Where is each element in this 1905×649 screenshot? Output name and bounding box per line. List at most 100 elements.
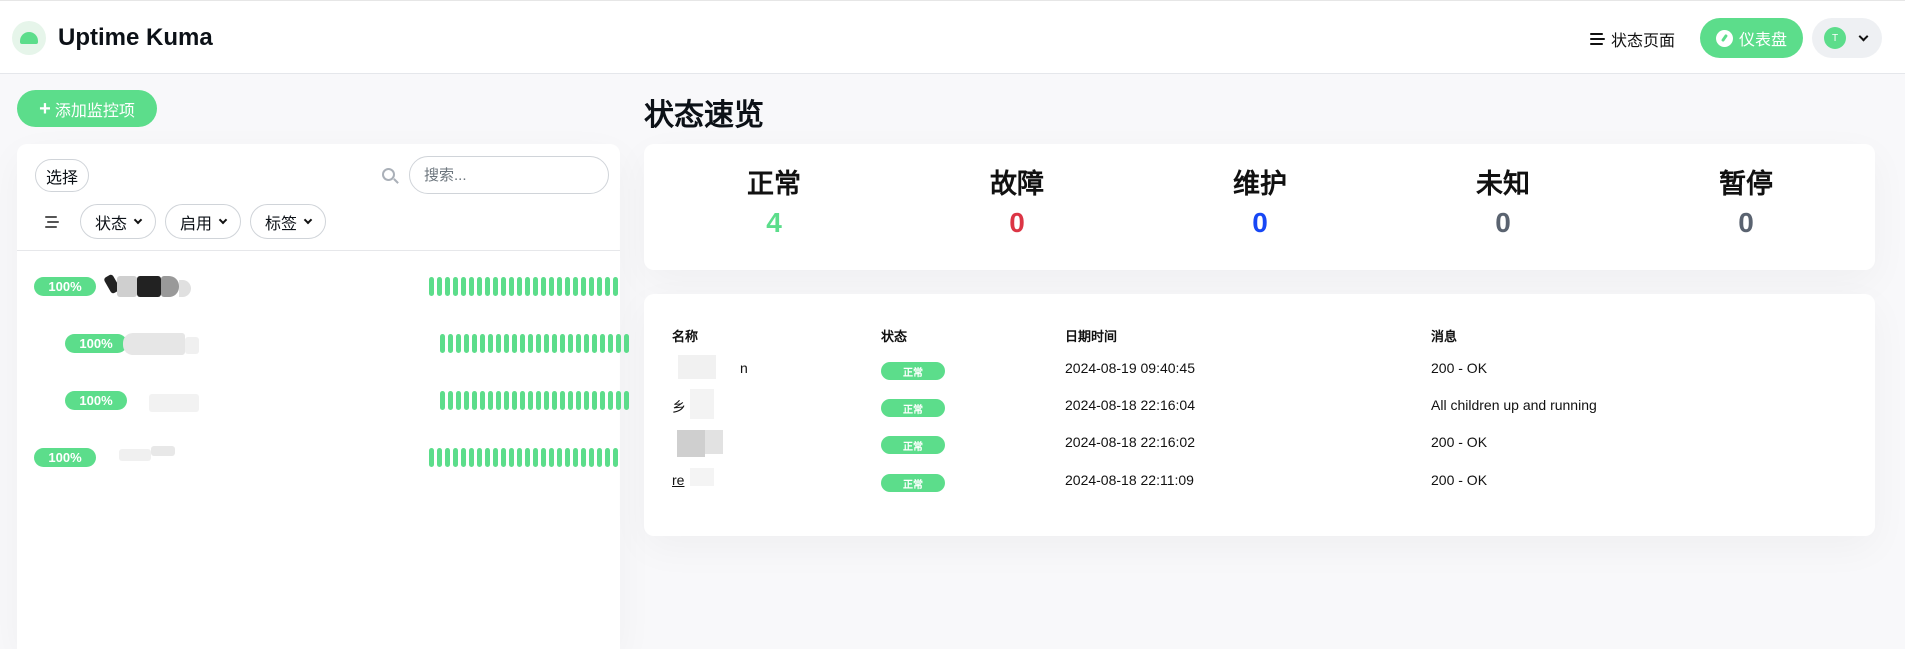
dashboard-button[interactable]: 仪表盘 xyxy=(1700,18,1803,58)
heartbeat-beat xyxy=(560,391,565,410)
table-row: 乡 正常 2024-08-18 22:16:04 All children up… xyxy=(644,389,1875,426)
uptime-kuma-logo-icon xyxy=(12,21,46,55)
chevron-down-icon xyxy=(1858,31,1869,41)
heartbeat-beat xyxy=(456,391,461,410)
heartbeat-beat xyxy=(533,448,538,467)
stat-value: 4 xyxy=(766,207,782,238)
event-monitor-name[interactable]: n xyxy=(740,360,748,376)
heartbeat-beat xyxy=(581,277,586,296)
add-monitor-button[interactable]: + 添加监控项 xyxy=(17,90,157,127)
heartbeat-beat xyxy=(589,448,594,467)
stat-value: 0 xyxy=(1495,207,1511,238)
status-badge: 正常 xyxy=(881,436,945,454)
event-monitor-name[interactable]: 乡 xyxy=(672,397,686,417)
redacted-block xyxy=(690,389,714,419)
redacted-block xyxy=(690,468,714,486)
heartbeat-beat xyxy=(608,334,613,353)
top-header: Uptime Kuma 状态页面 仪表盘 T xyxy=(0,0,1905,74)
filter-label: 启用 xyxy=(180,215,213,233)
heartbeat-beat xyxy=(557,277,562,296)
heartbeat-beat xyxy=(517,277,522,296)
select-mode-button[interactable]: 选择 xyxy=(35,159,89,192)
heartbeat-beat xyxy=(477,448,482,467)
heartbeat-beat xyxy=(528,334,533,353)
stat-up: 正常 4 xyxy=(694,162,854,239)
search-input[interactable] xyxy=(409,156,609,194)
monitor-list-item[interactable]: 100% xyxy=(17,436,620,476)
heartbeat-beat xyxy=(440,391,445,410)
heartbeat-beat xyxy=(509,277,514,296)
table-row: n 正常 2024-08-19 09:40:45 200 - OK xyxy=(644,352,1875,389)
heartbeat-beat xyxy=(589,277,594,296)
event-message: 200 - OK xyxy=(1431,472,1488,488)
status-filter-dropdown[interactable]: 状态 xyxy=(80,204,157,239)
heartbeat-beat xyxy=(536,334,541,353)
heartbeat-beat xyxy=(509,448,514,467)
heartbeat-beat xyxy=(565,277,570,296)
heartbeat-beat xyxy=(544,334,549,353)
status-page-link[interactable]: 状态页面 xyxy=(1590,27,1675,51)
heartbeat-beat xyxy=(504,391,509,410)
heartbeat-beat xyxy=(536,391,541,410)
chevron-down-icon xyxy=(303,215,313,225)
heartbeat-beat xyxy=(469,277,474,296)
heartbeat-beat xyxy=(525,448,530,467)
event-message: 200 - OK xyxy=(1431,360,1488,376)
heartbeat-beat xyxy=(565,448,570,467)
chevron-down-icon xyxy=(133,215,143,225)
monitor-list-item[interactable]: 100% xyxy=(17,322,629,362)
heartbeat-beat xyxy=(624,391,629,410)
heartbeat-beat xyxy=(584,391,589,410)
heartbeat-beat xyxy=(560,334,565,353)
heartbeat-beat xyxy=(517,448,522,467)
tags-filter-dropdown[interactable]: 标签 xyxy=(250,204,327,239)
heartbeat-beat xyxy=(448,391,453,410)
app-title: Uptime Kuma xyxy=(58,24,213,51)
heartbeat-bar xyxy=(429,448,618,467)
app-logo-link[interactable]: Uptime Kuma xyxy=(12,21,213,55)
heartbeat-beat xyxy=(472,391,477,410)
column-header-name: 名称 xyxy=(672,329,699,344)
status-summary-card: 正常 4 故障 0 维护 0 未知 0 暂停 0 xyxy=(644,144,1875,270)
important-events-table: 名称 状态 日期时间 消息 n 正常 2024-08-19 09:40:45 2… xyxy=(644,294,1875,536)
heartbeat-beat xyxy=(485,277,490,296)
heartbeat-beat xyxy=(552,391,557,410)
heartbeat-beat xyxy=(613,277,618,296)
event-datetime: 2024-08-18 22:11:09 xyxy=(1065,472,1194,488)
filter-label: 状态 xyxy=(95,215,128,233)
heartbeat-beat xyxy=(576,391,581,410)
uptime-badge: 100% xyxy=(65,334,127,353)
profile-dropdown[interactable]: T xyxy=(1812,18,1882,58)
heartbeat-beat xyxy=(453,448,458,467)
event-datetime: 2024-08-19 09:40:45 xyxy=(1065,360,1195,376)
heartbeat-beat xyxy=(605,277,610,296)
heartbeat-beat xyxy=(437,277,442,296)
heartbeat-beat xyxy=(592,334,597,353)
stat-unknown: 未知 0 xyxy=(1423,162,1583,239)
heartbeat-beat xyxy=(528,391,533,410)
filter-menu-icon[interactable] xyxy=(45,216,59,228)
heartbeat-beat xyxy=(469,448,474,467)
heartbeat-beat xyxy=(525,277,530,296)
redacted-block xyxy=(678,355,716,379)
table-row: 正常 2024-08-18 22:16:02 200 - OK xyxy=(644,426,1875,463)
event-monitor-name[interactable]: re xyxy=(672,472,684,488)
heartbeat-beat xyxy=(568,391,573,410)
uptime-badge: 100% xyxy=(65,391,127,410)
heartbeat-beat xyxy=(461,277,466,296)
page-title: 状态速览 xyxy=(644,99,764,132)
monitor-list-item[interactable]: 100% xyxy=(17,379,629,419)
heartbeat-beat xyxy=(616,334,621,353)
search-icon xyxy=(382,168,395,181)
heartbeat-beat xyxy=(597,277,602,296)
heartbeat-beat xyxy=(501,277,506,296)
heartbeat-beat xyxy=(597,448,602,467)
heartbeat-beat xyxy=(480,391,485,410)
heartbeat-beat xyxy=(541,277,546,296)
heartbeat-beat xyxy=(453,277,458,296)
heartbeat-beat xyxy=(493,277,498,296)
status-badge: 正常 xyxy=(881,474,945,492)
monitor-list-item[interactable]: 100% xyxy=(17,265,620,305)
active-filter-dropdown[interactable]: 启用 xyxy=(165,204,242,239)
heartbeat-beat xyxy=(488,334,493,353)
